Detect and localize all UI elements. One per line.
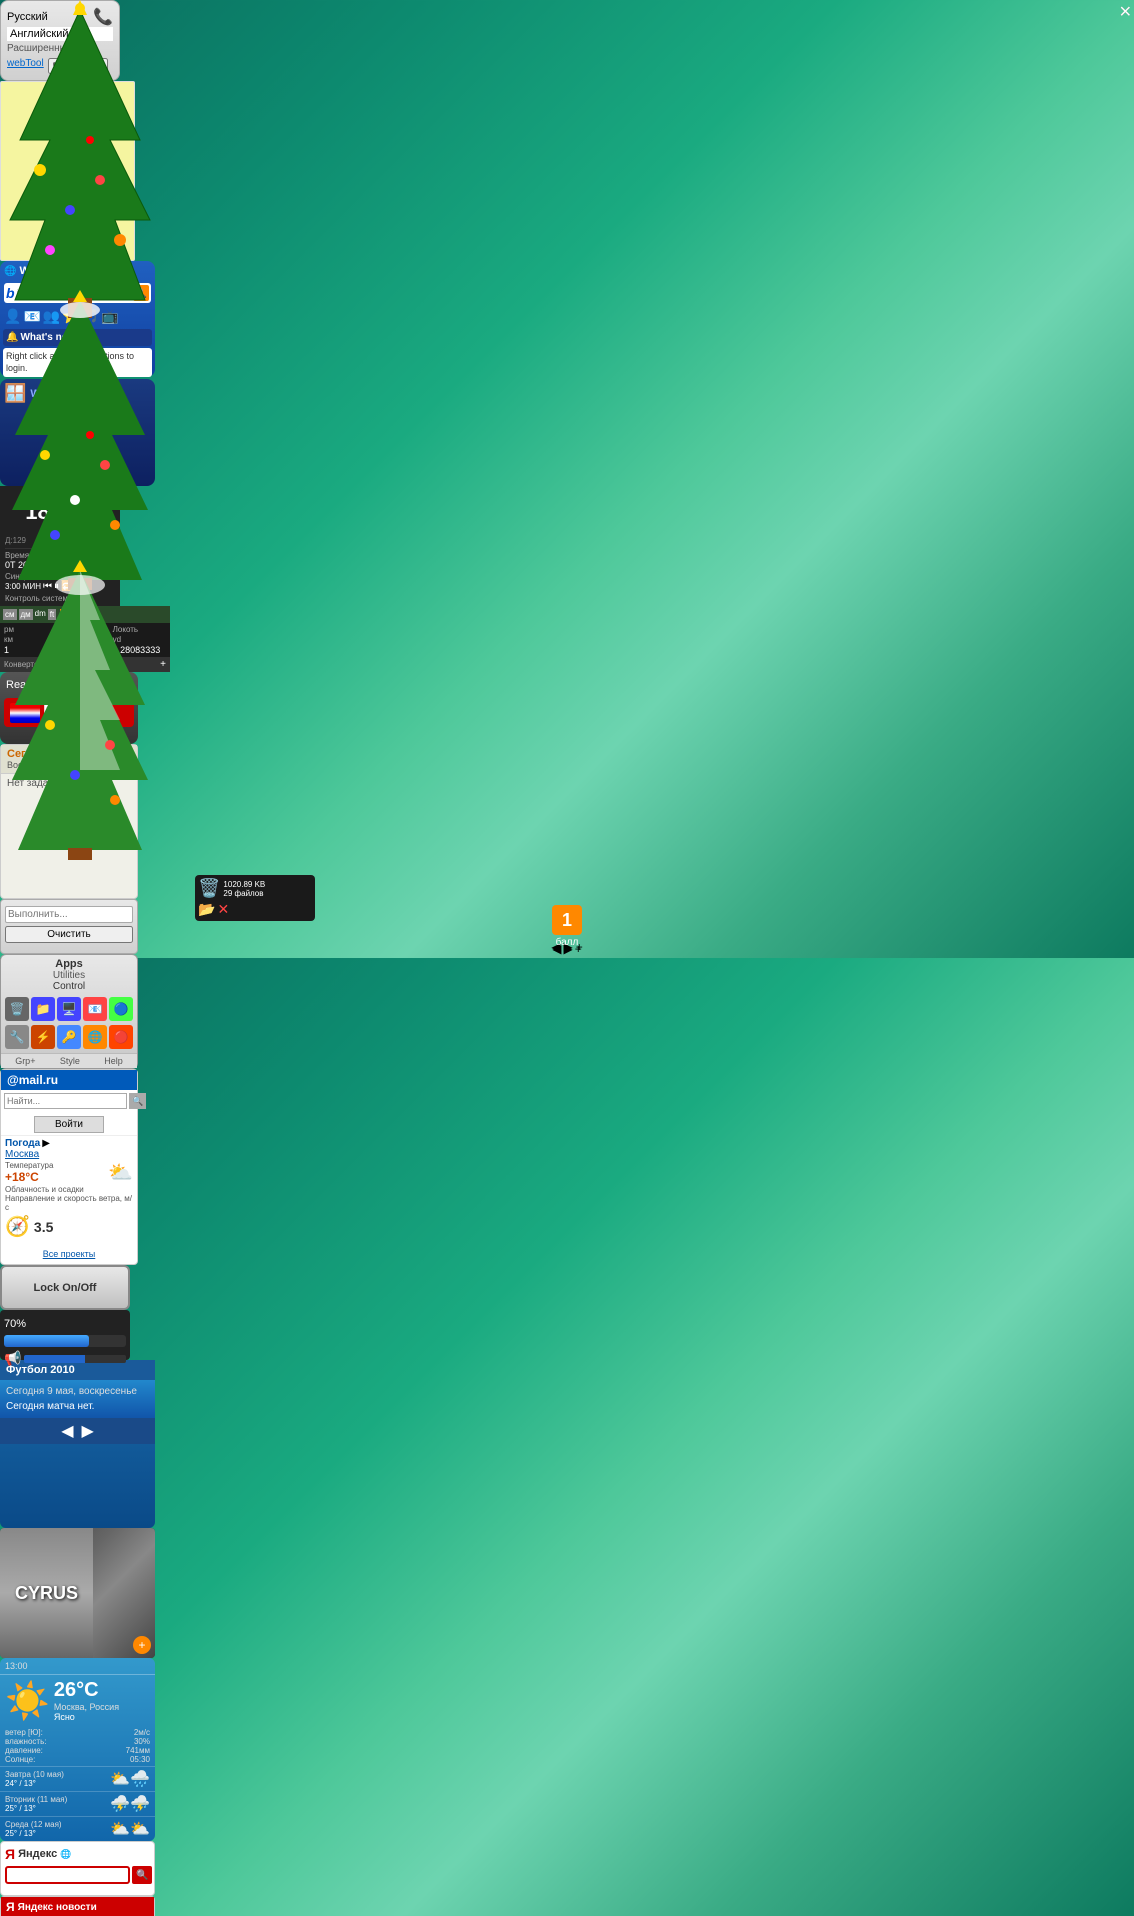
yandex-search-widget: Я Яндекс 🌐 🔍	[0, 1841, 155, 1896]
mail-search-button[interactable]: 🔍	[129, 1093, 146, 1109]
weather-section-label: Погода	[5, 1138, 40, 1149]
mail-city: Москва	[5, 1149, 133, 1160]
add-movie-icon[interactable]: +	[138, 1638, 145, 1652]
yandex-news-widget: Я Яндекс новости Спасательные работы на …	[0, 1896, 155, 1916]
app-icon-10[interactable]: 🔴	[109, 1025, 133, 1049]
trash-open-icon[interactable]: 📂	[198, 901, 215, 918]
weather-temp: 26°С	[54, 1679, 119, 1702]
yandex-search-input[interactable]	[5, 1866, 130, 1884]
mail-title: @mail.ru	[7, 1073, 58, 1087]
tomorrow-label: Завтра (10 мая)	[5, 1770, 110, 1779]
messenger-close-icon[interactable]: ✕	[1119, 2, 1132, 22]
weather-widget: 13:00 ☀️ 26°С Москва, Россия Ясно ветер …	[0, 1658, 155, 1841]
mail-login-button[interactable]: Войти	[34, 1116, 104, 1133]
mail-search-input[interactable]	[4, 1093, 127, 1109]
utilities-label: Utilities	[7, 970, 131, 981]
wind-val: 2м/с	[134, 1728, 150, 1737]
help-label: Help	[104, 1056, 123, 1066]
app-icon-5[interactable]: 🔵	[109, 997, 133, 1021]
app-icon-6[interactable]: 🔧	[5, 1025, 29, 1049]
mail-wind-val: 3.5	[34, 1219, 53, 1235]
trash-size: 1020.89 KB	[223, 880, 265, 889]
mail-weather-desc: Облачность и осадки	[5, 1185, 133, 1194]
all-projects-link[interactable]: Все проекты	[43, 1249, 96, 1259]
wind-label: ветер [Ю]:	[5, 1728, 43, 1737]
trash-widget: 🗑️ 1020.89 KB 29 файлов 📂 ✕	[195, 875, 315, 921]
lock-label: Lock On/Off	[34, 1282, 97, 1294]
weather-time: 13:00	[5, 1661, 28, 1671]
tuesday-temp: 25° / 13°	[5, 1804, 110, 1813]
soccer-date: Сегодня 9 мая, воскресенье	[6, 1386, 149, 1397]
app-icon-2[interactable]: 📁	[31, 997, 55, 1021]
progress-widget: 70% 📢	[0, 1310, 130, 1360]
apps-label: Apps	[7, 958, 131, 970]
soccer-next-icon[interactable]: ▶	[82, 1421, 94, 1441]
app-icon-1[interactable]: 🗑️	[5, 997, 29, 1021]
soccer-prev-icon[interactable]: ◀	[61, 1421, 73, 1441]
humidity-label: влажность:	[5, 1737, 46, 1746]
trash-empty-icon[interactable]: ✕	[217, 901, 229, 918]
soccer-widget: Футбол 2010 Сегодня 9 мая, воскресенье С…	[0, 1360, 155, 1528]
apps-widget: Apps Utilities Control 🗑️ 📁 🖥️ 📧 🔵 🔧 ⚡ 🔑…	[0, 954, 138, 1069]
sunrise-label: Солнце:	[5, 1755, 35, 1764]
app-icon-7[interactable]: ⚡	[31, 1025, 55, 1049]
pressure-val: 741мм	[126, 1746, 150, 1755]
christmas-tree-1	[0, 0, 160, 320]
wednesday-temp: 25° / 13°	[5, 1829, 110, 1838]
yandex-search-button[interactable]: 🔍	[132, 1866, 152, 1884]
sunrise-val: 05:30	[130, 1755, 150, 1764]
app-icon-3[interactable]: 🖥️	[57, 997, 81, 1021]
movie-title: CYRUS	[15, 1583, 78, 1604]
converter-add-icon[interactable]: +	[160, 659, 166, 670]
battery-sublabel: балл	[0, 937, 1134, 948]
humidity-val: 30%	[134, 1737, 150, 1746]
tuesday-label: Вторник (11 мая)	[5, 1795, 110, 1804]
app-icon-9[interactable]: 🌐	[83, 1025, 107, 1049]
weather-condition: Ясно	[54, 1712, 119, 1722]
soccer-title: Футбол 2010	[6, 1364, 75, 1376]
battery-score: 1	[552, 905, 582, 935]
app-icon-8[interactable]: 🔑	[57, 1025, 81, 1049]
wednesday-label: Среда (12 мая)	[5, 1820, 110, 1829]
pressure-label: давление:	[5, 1746, 43, 1755]
trash-files: 29 файлов	[223, 889, 265, 898]
control-label: Control	[7, 981, 131, 992]
style-label: Style	[60, 1056, 80, 1066]
soccer-match: Сегодня матча нет.	[6, 1401, 149, 1412]
mail-wind-label: Направление и скорость ветра, м/с	[5, 1194, 133, 1212]
app-icon-4[interactable]: 📧	[83, 997, 107, 1021]
movie-widget: CYRUS +	[0, 1528, 155, 1658]
tomorrow-temp: 24° / 13°	[5, 1779, 110, 1788]
mail-temp-label: Температура	[5, 1161, 53, 1170]
lock-widget[interactable]: Lock On/Off	[0, 1265, 130, 1310]
yandex-title: Яндекс	[18, 1848, 57, 1860]
yandex-logo: Я	[5, 1846, 15, 1862]
mail-widget: @mail.ru 🔍 Войти Погода ▶ Москва Темпера…	[0, 1069, 138, 1265]
christmas-tree-3	[0, 560, 160, 860]
christmas-tree-2	[0, 290, 160, 590]
mail-temp: +18°C	[5, 1170, 53, 1184]
yandex-news-title: Яндекс новости	[18, 1902, 97, 1913]
weather-city: Москва, Россия	[54, 1702, 119, 1712]
progress-value: 70%	[4, 1318, 26, 1330]
grp-label: Grp+	[15, 1056, 35, 1066]
